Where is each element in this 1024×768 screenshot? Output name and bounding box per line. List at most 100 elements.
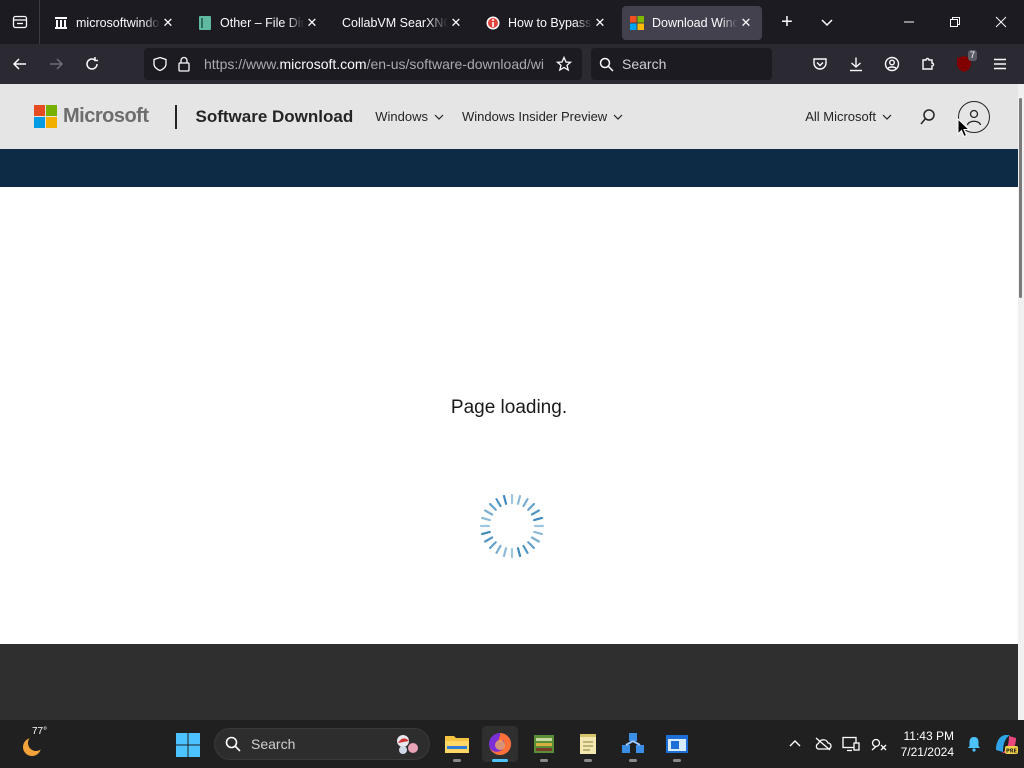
downloads-button[interactable] <box>838 48 874 80</box>
loading-text: Page loading. <box>450 397 568 418</box>
forward-button[interactable] <box>40 48 72 80</box>
microsoft-logo[interactable]: Microsoft <box>34 105 149 128</box>
reload-icon <box>86 57 98 70</box>
header-right: All Microsoft <box>805 84 990 149</box>
restore-button[interactable] <box>932 0 978 44</box>
close-icon[interactable]: ✕ <box>160 15 176 31</box>
nav-windows[interactable]: Windows <box>375 109 444 124</box>
new-tab-button[interactable]: + <box>772 7 802 37</box>
account-button[interactable] <box>874 48 910 80</box>
network-app-icon <box>622 733 644 753</box>
hamburger-menu-icon <box>994 58 1006 70</box>
back-arrow-icon <box>12 58 26 70</box>
notifications-button[interactable] <box>960 728 988 760</box>
ms-header: Microsoft Software Download Windows Wind… <box>0 84 1018 149</box>
volume-tray-button[interactable] <box>865 728 893 760</box>
account-icon <box>884 56 900 72</box>
section-title[interactable]: Software Download <box>196 107 354 127</box>
toolbar-icons: 7 <box>802 48 1018 80</box>
display-tray-button[interactable] <box>837 728 865 760</box>
tab-4-active[interactable]: Download Windows ✕ <box>622 6 762 40</box>
clock-date: 7/21/2024 <box>900 745 954 759</box>
page-footer <box>0 644 1018 720</box>
onedrive-tray-button[interactable] <box>809 728 837 760</box>
app-menu-button[interactable] <box>982 48 1018 80</box>
url-bar[interactable]: https://www.microsoft.com/en-us/software… <box>144 48 582 80</box>
lock-icon[interactable] <box>172 52 196 76</box>
close-icon[interactable]: ✕ <box>738 15 754 31</box>
bell-icon <box>968 737 980 752</box>
clock[interactable]: 11:43 PM 7/21/2024 <box>901 728 954 760</box>
running-indicator <box>629 759 637 762</box>
spinner-tick <box>480 516 491 522</box>
notepad-icon <box>580 734 596 754</box>
spinner-tick <box>516 547 522 558</box>
tab-title: Download Windows <box>652 16 738 30</box>
spinner-tick <box>522 498 529 508</box>
close-icon[interactable]: ✕ <box>448 15 464 31</box>
copilot-button[interactable]: PRE <box>988 728 1024 760</box>
taskbar: 77° Search 11:43 PM 7/21/2024 PRE <box>0 720 1024 768</box>
shield-icon[interactable] <box>148 52 172 76</box>
page-scrollbar[interactable] <box>1018 84 1024 720</box>
spinner-tick <box>488 541 497 550</box>
spinner-tick <box>527 502 536 511</box>
spinner-tick <box>516 494 522 505</box>
site-search-button[interactable] <box>918 107 938 127</box>
taskbar-search-placeholder: Search <box>251 736 296 752</box>
spinner-tick <box>484 536 494 543</box>
search-bar[interactable]: Search <box>591 48 772 80</box>
firefox-icon <box>489 732 512 755</box>
spinner-tick <box>480 530 491 536</box>
extension-badge: 7 <box>967 50 977 61</box>
firefox-taskbar-button[interactable] <box>482 726 518 762</box>
reload-button[interactable] <box>76 48 108 80</box>
tab-3[interactable]: How to Bypass Windows ✕ <box>478 6 616 40</box>
spinner-tick <box>502 547 508 558</box>
svg-text:PRE: PRE <box>1006 749 1018 755</box>
tab-1[interactable]: Other – File Directory ✕ <box>190 6 328 40</box>
copilot-icon: PRE <box>996 735 1018 755</box>
tab-2[interactable]: CollabVM SearXNG ✕ <box>334 6 472 40</box>
minimize-button[interactable] <box>886 0 932 44</box>
tab-title: CollabVM SearXNG <box>342 16 448 30</box>
chevron-up-icon <box>789 740 801 747</box>
system-tray: 11:43 PM 7/21/2024 PRE <box>781 720 1024 768</box>
loading-area: Page loading. <box>0 187 1018 644</box>
firefox-view-button[interactable] <box>0 0 40 44</box>
ublock-origin-button[interactable]: 7 <box>946 48 982 80</box>
chevron-down-icon <box>882 114 892 120</box>
weather-temp: 77° <box>32 726 48 737</box>
bookmark-star-icon[interactable] <box>552 52 576 76</box>
nav-label: Windows <box>375 109 428 124</box>
close-icon[interactable]: ✕ <box>304 15 320 31</box>
url-text: https://www.microsoft.com/en-us/software… <box>204 56 544 72</box>
back-button[interactable] <box>4 48 36 80</box>
tab-bar: microsoftwindows ✕ Other – File Director… <box>0 0 1024 44</box>
notepad-taskbar-button[interactable] <box>570 726 606 762</box>
control-panel-icon <box>534 735 554 753</box>
extensions-button[interactable] <box>910 48 946 80</box>
list-all-tabs-button[interactable] <box>812 7 842 37</box>
weather-widget[interactable]: 77° <box>18 726 52 760</box>
file-explorer-taskbar-button[interactable] <box>439 726 475 762</box>
close-icon[interactable]: ✕ <box>592 15 608 31</box>
close-window-button[interactable] <box>978 0 1024 44</box>
minimize-icon <box>904 21 914 23</box>
app-taskbar-button-6[interactable] <box>659 726 695 762</box>
app-taskbar-button-3[interactable] <box>526 726 562 762</box>
tab-0[interactable]: microsoftwindows ✕ <box>46 6 184 40</box>
archive-icon <box>54 16 68 30</box>
pocket-button[interactable] <box>802 48 838 80</box>
all-microsoft-menu[interactable]: All Microsoft <box>805 109 892 124</box>
nav-windows-insider-preview[interactable]: Windows Insider Preview <box>462 109 623 124</box>
app-taskbar-button-5[interactable] <box>615 726 651 762</box>
scrollbar-thumb[interactable] <box>1019 98 1022 298</box>
taskbar-search[interactable]: Search <box>214 728 430 760</box>
cloud-off-icon <box>815 737 832 751</box>
brand-name: Microsoft <box>63 105 149 127</box>
start-button[interactable] <box>175 732 201 758</box>
book-icon <box>198 16 212 30</box>
spinner-tick <box>530 509 540 516</box>
show-hidden-icons-button[interactable] <box>781 728 809 760</box>
